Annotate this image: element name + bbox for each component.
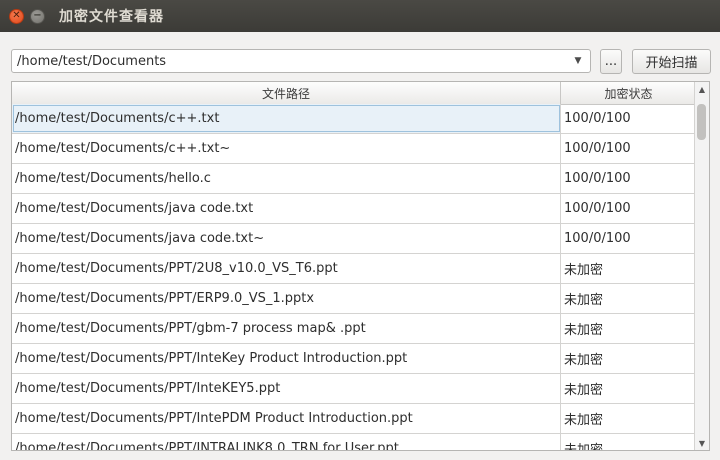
table-body: /home/test/Documents/c++.txt 100/0/100 /h… [12,104,696,450]
path-cell[interactable]: /home/test/Documents/PPT/INTRALINK8.0_TR… [12,434,561,450]
table-row[interactable]: /home/test/Documents/c++.txt~ 100/0/100 [12,134,696,164]
path-cell[interactable]: /home/test/Documents/c++.txt~ [12,134,561,163]
status-cell[interactable]: 未加密 [561,284,696,313]
column-header-path[interactable]: 文件路径 [12,82,561,104]
status-cell[interactable]: 100/0/100 [561,164,696,193]
status-cell[interactable]: 100/0/100 [561,194,696,223]
path-cell[interactable]: /home/test/Documents/PPT/2U8_v10.0_VS_T6… [12,254,561,283]
chevron-down-icon[interactable]: ▼ [570,56,586,66]
status-cell[interactable]: 未加密 [561,374,696,403]
title-bar: ✕ − 加密文件查看器 [0,0,720,32]
status-cell[interactable]: 未加密 [561,434,696,450]
table-row[interactable]: /home/test/Documents/PPT/InteKey Product… [12,344,696,374]
status-cell[interactable]: 100/0/100 [561,104,696,133]
status-cell[interactable]: 100/0/100 [561,224,696,253]
table-row[interactable]: /home/test/Documents/PPT/INTRALINK8.0_TR… [12,434,696,450]
path-value: /home/test/Documents [17,53,167,69]
status-cell[interactable]: 100/0/100 [561,134,696,163]
table-row[interactable]: /home/test/Documents/PPT/2U8_v10.0_VS_T6… [12,254,696,284]
scrollbar-thumb[interactable] [697,104,706,140]
table-row[interactable]: /home/test/Documents/PPT/ERP9.0_VS_1.ppt… [12,284,696,314]
table-header: 文件路径 加密状态 [12,82,696,105]
table-row[interactable]: /home/test/Documents/PPT/gbm-7 process m… [12,314,696,344]
app-window: ✕ − 加密文件查看器 /home/test/Documents ▼ ... 开… [0,0,720,460]
scroll-down-icon[interactable]: ▼ [695,436,709,450]
path-cell[interactable]: /home/test/Documents/java code.txt~ [12,224,561,253]
status-cell[interactable]: 未加密 [561,404,696,433]
path-cell[interactable]: /home/test/Documents/c++.txt [12,104,561,133]
vertical-scrollbar[interactable]: ▲ ▼ [694,82,709,450]
scroll-up-icon[interactable]: ▲ [695,82,709,96]
browse-button[interactable]: ... [600,49,622,74]
file-table: 文件路径 加密状态 /home/test/Documents/c++.txt 10… [11,81,710,451]
column-header-status[interactable]: 加密状态 [561,82,696,104]
window-title: 加密文件查看器 [59,9,164,25]
table-row[interactable]: /home/test/Documents/hello.c 100/0/100 [12,164,696,194]
table-row[interactable]: /home/test/Documents/java code.txt~ 100/0… [12,224,696,254]
status-cell[interactable]: 未加密 [561,314,696,343]
status-cell[interactable]: 未加密 [561,344,696,373]
path-cell[interactable]: /home/test/Documents/PPT/InteKEY5.ppt [12,374,561,403]
path-cell[interactable]: /home/test/Documents/java code.txt [12,194,561,223]
path-cell[interactable]: /home/test/Documents/PPT/ERP9.0_VS_1.ppt… [12,284,561,313]
close-icon[interactable]: ✕ [9,8,24,24]
table-row[interactable]: /home/test/Documents/java code.txt 100/0/… [12,194,696,224]
table-row[interactable]: /home/test/Documents/PPT/InteKEY5.ppt 未加密 [12,374,696,404]
path-cell[interactable]: /home/test/Documents/PPT/IntePDM Product… [12,404,561,433]
start-scan-button[interactable]: 开始扫描 [632,49,711,74]
path-cell[interactable]: /home/test/Documents/hello.c [12,164,561,193]
table-row[interactable]: /home/test/Documents/c++.txt 100/0/100 [12,104,696,134]
path-combobox[interactable]: /home/test/Documents ▼ [11,49,591,73]
path-cell[interactable]: /home/test/Documents/PPT/InteKey Product… [12,344,561,373]
path-cell[interactable]: /home/test/Documents/PPT/gbm-7 process m… [12,314,561,343]
table-row[interactable]: /home/test/Documents/PPT/IntePDM Product… [12,404,696,434]
status-cell[interactable]: 未加密 [561,254,696,283]
minimize-icon[interactable]: − [30,8,45,24]
